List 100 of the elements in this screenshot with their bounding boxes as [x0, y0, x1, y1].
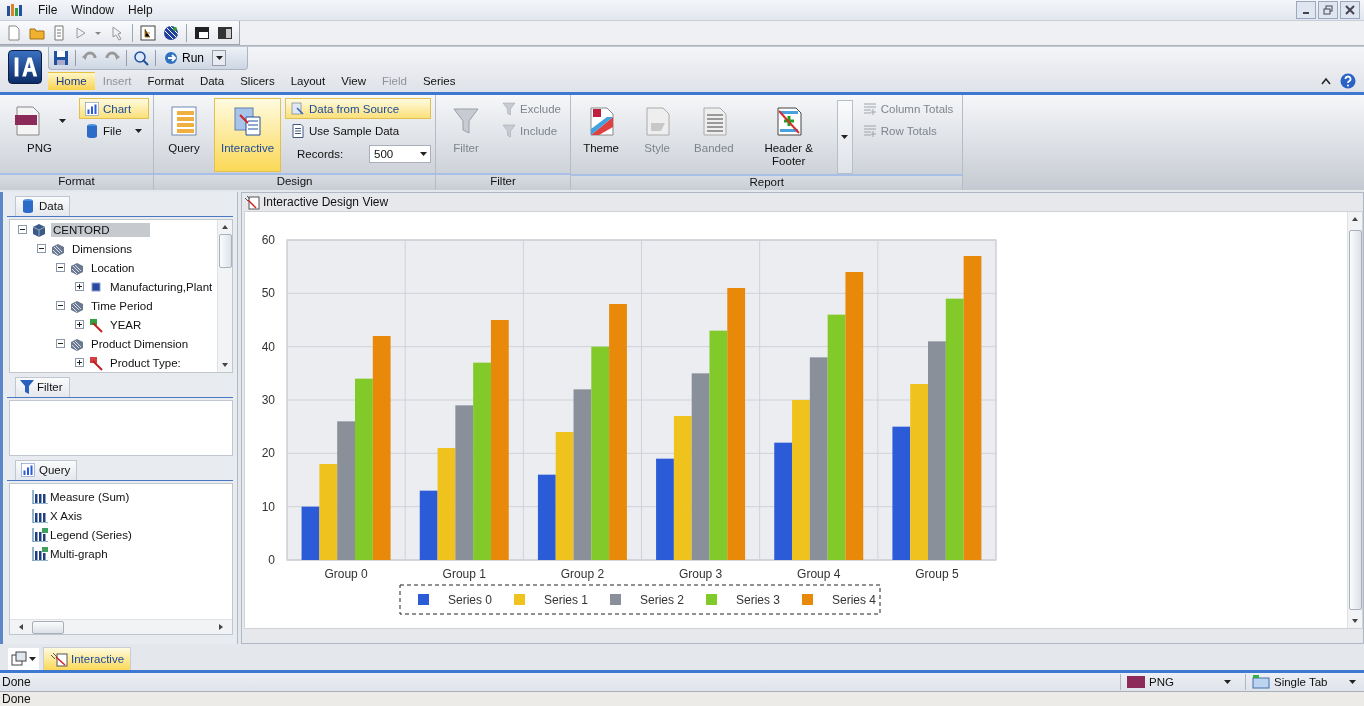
ribbon-button[interactable]: PNG — [4, 98, 75, 172]
bar-chart-icon — [32, 508, 48, 523]
window-icon[interactable] — [217, 24, 233, 41]
dropdown-caret[interactable] — [133, 126, 144, 135]
format-dropdown[interactable]: PNG — [1120, 674, 1237, 690]
ribbon-button[interactable]: File — [79, 120, 149, 141]
view-switcher[interactable] — [8, 648, 39, 670]
scroll-thumb[interactable] — [32, 620, 64, 634]
caret-icon — [59, 119, 66, 123]
tree-item[interactable]: Time Period — [89, 298, 155, 313]
tree-item[interactable]: CENTORD — [51, 222, 150, 237]
dropdown-button[interactable] — [212, 50, 226, 66]
ribbon-tab[interactable]: Home — [48, 72, 95, 90]
run-button[interactable]: Run — [162, 51, 206, 65]
scrollbar[interactable] — [217, 220, 232, 372]
list-icon — [168, 105, 200, 137]
caret-icon — [135, 128, 142, 133]
records-label: Records: — [297, 148, 345, 160]
tree-item[interactable]: Product Dimension — [89, 336, 191, 351]
ribbon-tab[interactable]: Format — [139, 72, 192, 90]
close-button[interactable] — [1340, 1, 1360, 19]
tree-item[interactable]: YEAR — [108, 317, 144, 332]
caret-icon — [1224, 680, 1231, 684]
arrow-icon — [164, 51, 179, 65]
axis-label: Group 4 — [797, 567, 841, 581]
panel-tab[interactable]: Filter — [15, 377, 70, 397]
ribbon-button[interactable]: Header & Footer — [744, 98, 833, 172]
lines-icon — [861, 100, 878, 117]
app-icon — [6, 2, 24, 18]
ribbon-tab[interactable]: View — [333, 72, 374, 90]
group-label: Design — [154, 173, 436, 190]
query-item[interactable]: Multi-graph — [50, 547, 108, 560]
ribbon-button[interactable]: Chart — [79, 98, 149, 119]
tree-item[interactable]: Dimensions — [70, 241, 135, 256]
expand-toggle[interactable] — [75, 358, 84, 367]
records-dropdown[interactable]: 500 — [369, 145, 432, 163]
save-icon[interactable] — [53, 50, 69, 66]
globe-icon[interactable] — [163, 24, 179, 41]
tab-mode-dropdown[interactable]: Single Tab — [1245, 674, 1362, 690]
tree-item[interactable]: Manufacturing,Plant — [108, 279, 215, 294]
bar-chart-icon — [32, 546, 48, 561]
document-icon — [290, 122, 307, 139]
document-tab[interactable]: Interactive — [43, 647, 132, 670]
group-label: Format — [0, 173, 153, 190]
bar-chart-icon — [84, 100, 100, 117]
panel-title: Query — [39, 464, 71, 476]
magnifier-icon[interactable] — [133, 50, 149, 66]
scrollbar[interactable] — [10, 619, 232, 634]
expand-toggle[interactable] — [75, 320, 84, 329]
caret-icon — [420, 152, 428, 156]
caret-icon — [29, 657, 36, 661]
ribbon-button[interactable]: Theme — [575, 98, 628, 172]
panel-tab[interactable]: Data — [15, 196, 71, 216]
minimize-button[interactable] — [1296, 1, 1316, 19]
collapse-toggle[interactable] — [56, 339, 65, 348]
ribbon-button[interactable]: Use Sample Data — [285, 120, 432, 141]
bar-chart-icon — [32, 489, 48, 504]
collapse-toggle[interactable] — [18, 225, 27, 234]
collapse-toggle[interactable] — [37, 244, 46, 253]
menu-item[interactable]: Window — [71, 3, 115, 17]
legend-label: Series 1 — [544, 593, 589, 607]
group-label: Filter — [436, 173, 571, 190]
image-file-icon — [1127, 676, 1145, 688]
panel-title: Filter — [37, 381, 63, 393]
bar-chart-icon — [32, 527, 48, 542]
ribbon-button[interactable]: Data from Source — [285, 98, 432, 119]
ribbon-tab[interactable]: Data — [191, 72, 233, 90]
axis-label: 20 — [261, 446, 275, 461]
menu-item[interactable]: Help — [128, 3, 153, 17]
tree-item[interactable]: Location — [89, 260, 137, 275]
expand-toggle[interactable] — [75, 282, 84, 291]
ribbon-tab[interactable]: Slicers — [232, 72, 283, 90]
menu-item[interactable]: File — [38, 3, 58, 17]
query-item[interactable]: X Axis — [50, 509, 82, 522]
axis-label: 40 — [261, 339, 275, 354]
axis-label: Group 2 — [560, 567, 605, 581]
collapse-ribbon-icon[interactable] — [1320, 76, 1332, 86]
query-item[interactable]: Measure (Sum) — [50, 490, 130, 503]
tree-item[interactable]: Product Type: — [108, 355, 183, 370]
dropdown-caret[interactable] — [57, 117, 68, 125]
bar-chart-icon — [20, 462, 36, 478]
collapse-toggle[interactable] — [56, 301, 65, 310]
close-icon — [1345, 5, 1355, 15]
panel-tab[interactable]: Query — [15, 460, 78, 480]
caret-icon — [215, 56, 223, 60]
database-icon — [20, 198, 36, 214]
query-item[interactable]: Legend (Series) — [50, 528, 132, 541]
scroll-thumb[interactable] — [218, 234, 232, 268]
app-logo[interactable] — [8, 50, 42, 84]
help-icon[interactable] — [1340, 73, 1356, 89]
restore-button[interactable] — [1318, 1, 1338, 19]
tree-icon[interactable] — [140, 24, 156, 41]
ribbon-tab[interactable]: Series — [414, 72, 464, 90]
window-icon[interactable] — [194, 24, 210, 41]
ribbon-button[interactable]: Query — [158, 98, 210, 172]
restore-icon — [1323, 5, 1333, 15]
collapse-toggle[interactable] — [56, 263, 65, 272]
ribbon-tab[interactable]: Layout — [282, 72, 334, 90]
ribbon-button[interactable]: Interactive — [214, 98, 282, 172]
axis-label: 0 — [268, 553, 275, 567]
